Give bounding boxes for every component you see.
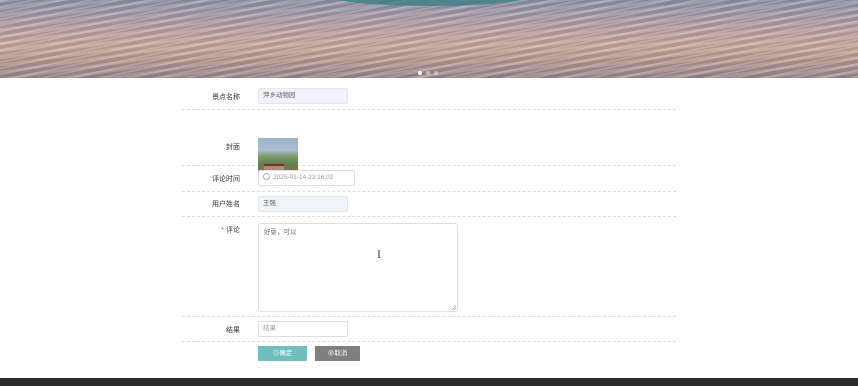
carousel-dot-1[interactable] — [418, 71, 422, 75]
carousel-dot-3[interactable] — [434, 71, 438, 75]
comment-label: * 评论 — [182, 226, 240, 236]
carousel-dot-2[interactable] — [426, 71, 430, 75]
spot-name-label: 景点名称 — [212, 94, 240, 101]
resize-handle[interactable] — [451, 305, 456, 310]
result-label: 结果 — [226, 327, 240, 334]
form-row-cover: 封面 — [182, 110, 676, 179]
form-row-comment: * 评论 好耍，可以 I — [182, 217, 676, 317]
form-row-user-name: 用户姓名 王强 — [182, 192, 676, 217]
comment-label-text: 评论 — [226, 227, 240, 234]
spot-name-field[interactable]: 萍乡动物园 — [258, 88, 348, 104]
page-footer — [0, 378, 858, 386]
comment-time-value: 2025-01-14 23:16:02 — [273, 174, 334, 181]
banner-carousel — [0, 0, 858, 78]
comment-textarea[interactable]: 好耍，可以 I — [258, 223, 458, 312]
carousel-indicators — [418, 71, 438, 75]
cancel-button[interactable]: ⊗取消 — [315, 346, 360, 361]
comment-time-picker[interactable]: 2025-01-14 23:16:02 — [258, 170, 355, 186]
form-row-comment-time: 评论时间 2025-01-14 23:16:02 — [182, 166, 676, 192]
form-actions: ⊙确定 ⊗取消 — [258, 346, 360, 361]
user-name-field[interactable]: 王强 — [258, 196, 348, 212]
comment-text: 好耍，可以 — [264, 229, 297, 236]
comment-time-label: 评论时间 — [212, 176, 240, 183]
cover-label: 封面 — [226, 144, 240, 151]
text-cursor-icon: I — [377, 250, 381, 261]
result-input[interactable]: 结果 — [258, 321, 348, 337]
form-row-result: 结果 结果 — [182, 317, 676, 342]
user-name-label: 用户姓名 — [212, 201, 240, 208]
required-mark: * — [221, 227, 224, 234]
banner-sand-texture — [0, 0, 858, 78]
clock-icon — [263, 173, 270, 180]
comment-detail-form: 景点名称 萍乡动物园 封面 评论时间 2025-01-14 23:16:02 用… — [182, 84, 676, 361]
confirm-button[interactable]: ⊙确定 — [258, 346, 307, 361]
form-row-spot-name: 景点名称 萍乡动物园 — [182, 84, 676, 110]
